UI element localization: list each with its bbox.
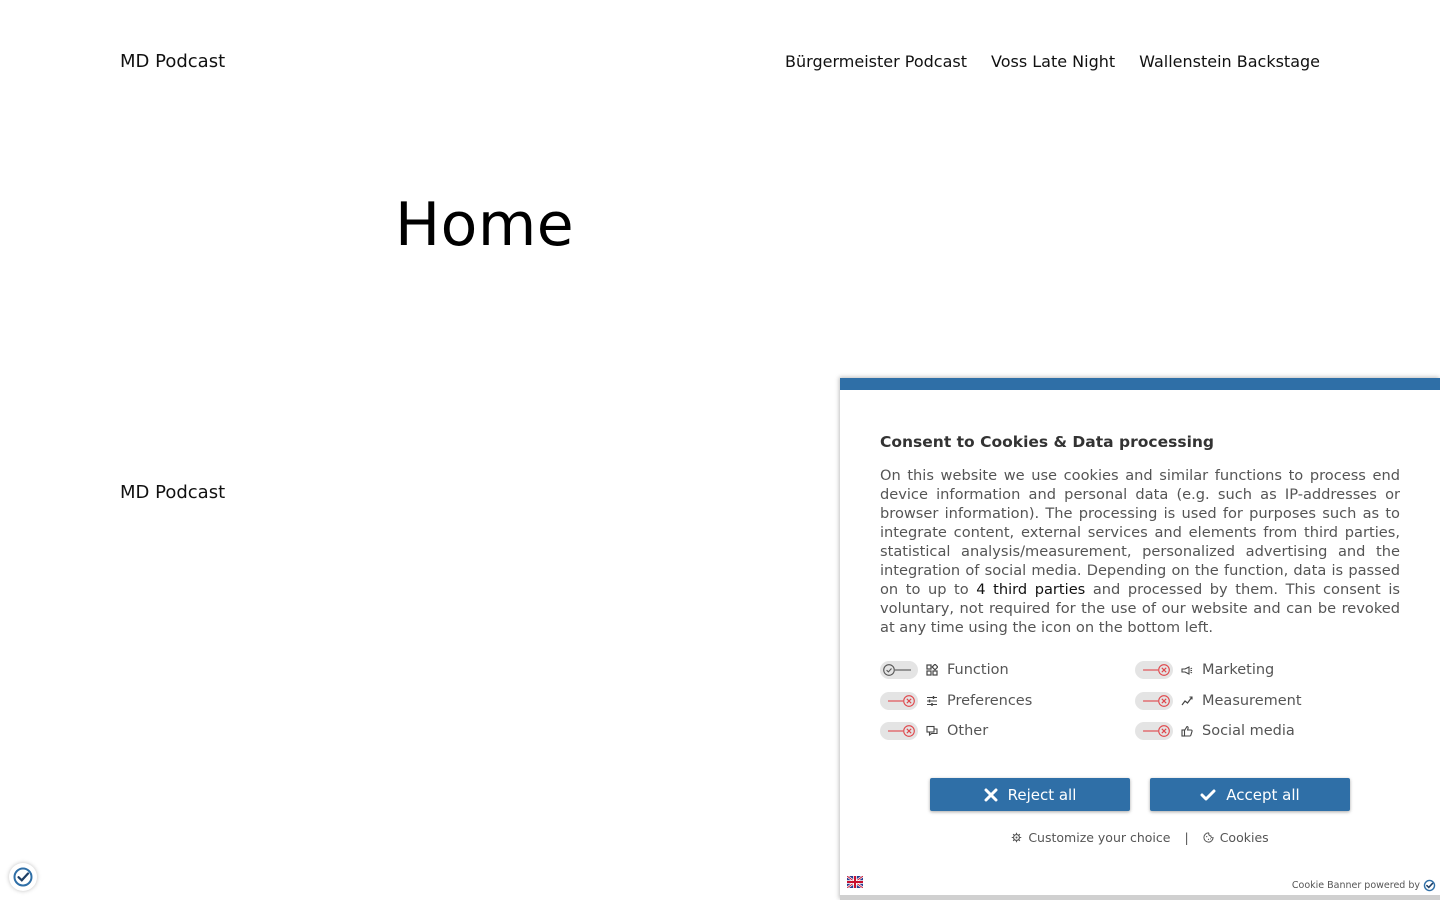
consent-check-icon[interactable] xyxy=(1423,879,1436,892)
consent-links-row: Customize your choice | Cookies xyxy=(840,830,1440,845)
chat-icon xyxy=(926,725,938,737)
check-icon xyxy=(1200,789,1216,800)
toggle-social-media[interactable] xyxy=(1135,722,1173,740)
footer-site-title[interactable]: MD Podcast xyxy=(120,482,225,503)
cookie-consent-banner: Consent to Cookies & Data processing On … xyxy=(840,378,1440,900)
consent-settings-button[interactable] xyxy=(9,863,37,891)
purpose-label: Measurement xyxy=(1202,693,1302,709)
banner-top-bar xyxy=(840,378,1440,390)
purpose-label: Preferences xyxy=(947,693,1033,709)
nav-item-buergermeister-podcast[interactable]: Bürgermeister Podcast xyxy=(785,52,967,71)
toggle-function[interactable] xyxy=(880,661,918,679)
powered-by: Cookie Banner powered by xyxy=(1292,879,1436,892)
purpose-label: Other xyxy=(947,723,989,739)
consent-text-before: On this website we use cookies and simil… xyxy=(880,467,1400,598)
consent-check-icon xyxy=(13,867,33,887)
gear-icon xyxy=(1012,832,1022,843)
toggle-marketing[interactable] xyxy=(1135,661,1173,679)
accept-all-label: Accept all xyxy=(1226,785,1300,804)
toggle-measurement[interactable] xyxy=(1135,692,1173,710)
links-separator: | xyxy=(1184,830,1189,845)
purpose-other: Other xyxy=(880,721,988,741)
consent-description: On this website we use cookies and simil… xyxy=(880,466,1400,637)
customize-choice-link[interactable]: Customize your choice xyxy=(1011,830,1170,845)
cookie-icon xyxy=(1203,832,1214,843)
consent-title: Consent to Cookies & Data processing xyxy=(880,433,1215,451)
powered-by-label: Cookie Banner powered by xyxy=(1291,880,1420,891)
reject-all-label: Reject all xyxy=(1007,785,1077,804)
cookies-link[interactable]: Cookies xyxy=(1203,830,1269,845)
purpose-label: Social media xyxy=(1202,723,1295,739)
megaphone-icon xyxy=(1181,664,1193,676)
nav-item-voss-late-night[interactable]: Voss Late Night xyxy=(991,52,1115,71)
purpose-measurement: Measurement xyxy=(1135,691,1302,711)
grid-icon xyxy=(926,664,938,676)
sliders-icon xyxy=(926,695,938,707)
purpose-marketing: Marketing xyxy=(1135,660,1274,680)
purpose-social-media: Social media xyxy=(1135,721,1295,741)
language-flag-icon[interactable] xyxy=(846,873,864,889)
chart-icon xyxy=(1181,695,1193,707)
site-title-link[interactable]: MD Podcast xyxy=(120,51,225,72)
page-title: Home xyxy=(395,190,575,260)
accept-all-button[interactable]: Accept all xyxy=(1150,778,1350,811)
cookies-label: Cookies xyxy=(1219,830,1269,845)
third-parties-link[interactable]: 4 third parties xyxy=(976,581,1085,598)
purpose-function: Function xyxy=(880,660,1009,680)
purpose-label: Function xyxy=(947,662,1009,678)
main-nav: Bürgermeister Podcast Voss Late Night Wa… xyxy=(785,52,1320,71)
nav-item-wallenstein-backstage[interactable]: Wallenstein Backstage xyxy=(1139,52,1320,71)
customize-choice-label: Customize your choice xyxy=(1028,830,1171,845)
reject-all-button[interactable]: Reject all xyxy=(930,778,1130,811)
purpose-label: Marketing xyxy=(1202,662,1275,678)
purpose-preferences: Preferences xyxy=(880,691,1032,711)
thumbs-up-icon xyxy=(1181,725,1193,737)
close-icon xyxy=(984,788,998,801)
site-header: MD Podcast Bürgermeister Podcast Voss La… xyxy=(120,44,1320,78)
toggle-other[interactable] xyxy=(880,722,918,740)
toggle-preferences[interactable] xyxy=(880,692,918,710)
